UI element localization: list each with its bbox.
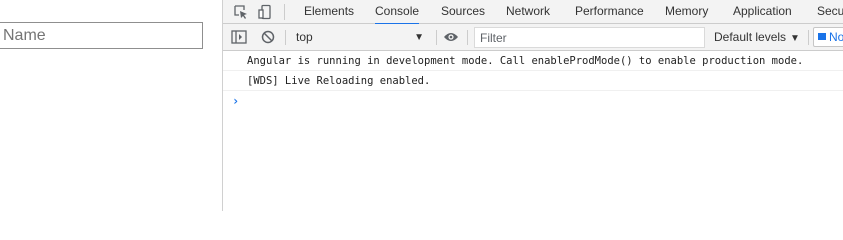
page-content (0, 0, 222, 211)
live-expression-icon[interactable] (442, 28, 460, 46)
toolbar-divider (467, 30, 468, 45)
tab-application[interactable]: Application (733, 0, 792, 24)
tab-console-label: Console (375, 4, 420, 18)
sidebar-toggle-icon[interactable] (230, 28, 248, 46)
tab-memory[interactable]: Memory (665, 0, 708, 24)
device-toolbar-icon[interactable] (255, 2, 275, 22)
console-toolbar: top ▼ Default levels▼ No (223, 24, 843, 51)
console-output: Angular is running in development mode. … (223, 51, 843, 211)
toolbar-divider (436, 30, 437, 45)
chevron-down-icon: ▼ (414, 32, 424, 43)
console-message: [WDS] Live Reloading enabled. (223, 71, 843, 91)
prompt-chevron-icon: › (232, 94, 240, 108)
chevron-down-icon: ▼ (790, 33, 800, 44)
tab-sources[interactable]: Sources (441, 0, 485, 24)
devtools-panel: Elements Console Sources Network Perform… (222, 0, 843, 211)
issues-label: No (829, 30, 843, 44)
context-value: top (296, 30, 313, 44)
tab-console[interactable]: Console (375, 0, 420, 25)
issues-button[interactable]: No (813, 27, 843, 47)
inspect-element-icon[interactable] (231, 2, 251, 22)
devtools-tabbar: Elements Console Sources Network Perform… (223, 0, 843, 25)
tab-performance[interactable]: Performance (575, 0, 644, 24)
toolbar-divider (808, 30, 809, 45)
issues-flag-icon (818, 33, 826, 41)
context-selector[interactable]: top ▼ (290, 28, 430, 47)
log-levels-dropdown[interactable]: Default levels ▼ (714, 28, 800, 47)
name-input[interactable] (0, 22, 203, 49)
toolbar-divider (285, 30, 286, 45)
log-levels-label: Default levels (714, 30, 787, 44)
filter-input[interactable] (474, 27, 705, 48)
tab-elements[interactable]: Elements (304, 0, 354, 24)
tabbar-divider (284, 4, 285, 20)
tab-network[interactable]: Network (506, 0, 550, 24)
console-prompt[interactable]: › (223, 91, 843, 111)
tab-security[interactable]: Secu (817, 0, 843, 24)
clear-console-icon[interactable] (259, 28, 277, 46)
console-message: Angular is running in development mode. … (223, 51, 843, 71)
